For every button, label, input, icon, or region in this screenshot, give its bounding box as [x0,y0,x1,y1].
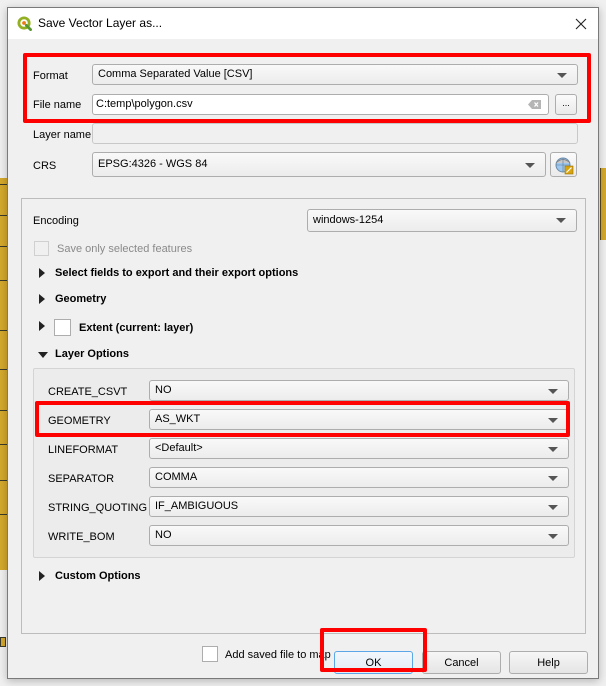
globe-crs-icon [555,157,573,174]
chevron-down-icon [548,389,558,394]
chevron-down-icon [548,534,558,539]
map-gridline [0,369,7,370]
map-gridline [0,444,7,445]
option-create-csvt-select[interactable]: NO [149,380,569,401]
title-bar: Save Vector Layer as... [8,8,598,39]
option-string-quoting-select[interactable]: IF_AMBIGUOUS [149,496,569,517]
option-label: SEPARATOR [48,473,115,485]
add-to-map-label: Add saved file to map [225,649,331,661]
background-map-strip-right [600,168,606,240]
filename-value: C:temp\polygon.csv [96,98,193,110]
expand-arrow-icon [39,571,45,581]
crs-value: EPSG:4326 - WGS 84 [98,158,208,170]
option-lineformat-select[interactable]: <Default> [149,438,569,459]
dialog-title: Save Vector Layer as... [38,16,163,30]
save-selected-label: Save only selected features [57,243,193,255]
chevron-down-icon [548,418,558,423]
chevron-down-icon [548,447,558,452]
map-gridline [0,480,7,481]
map-gridline [0,410,7,411]
layername-input[interactable] [92,123,578,144]
layername-label: Layer name [33,129,92,141]
close-icon [575,18,587,29]
encoding-value: windows-1254 [313,214,384,226]
select-crs-button[interactable] [550,152,577,177]
expand-arrow-icon [39,294,45,304]
map-gridline [0,184,7,185]
chevron-down-icon [557,73,567,78]
qgis-logo-icon [17,16,32,31]
section-select-fields-label: Select fields to export and their export… [55,267,299,279]
save-selected-checkbox[interactable] [34,241,49,256]
section-custom-options-label: Custom Options [55,570,141,582]
section-extent-label: Extent (current: layer) [79,322,194,334]
option-geometry-select[interactable]: AS_WKT [149,409,569,430]
option-label: WRITE_BOM [48,531,115,543]
collapse-arrow-icon [38,352,48,358]
option-separator-select[interactable]: COMMA [149,467,569,488]
map-gridline [0,215,7,216]
section-geometry-label: Geometry [55,293,107,305]
map-gridline [0,280,7,281]
option-label: STRING_QUOTING [48,502,148,514]
close-button[interactable] [564,8,598,39]
filename-input[interactable]: C:temp\polygon.csv [92,94,549,115]
crs-label: CRS [33,160,57,172]
crs-select[interactable]: EPSG:4326 - WGS 84 [92,152,546,177]
help-button[interactable]: Help [509,651,588,674]
option-label: LINEFORMAT [48,444,119,456]
expand-arrow-icon [39,268,45,278]
cancel-button[interactable]: Cancel [422,651,501,674]
save-vector-layer-dialog: Save Vector Layer as... Format Comma Sep… [7,7,599,679]
clear-text-icon[interactable] [528,100,541,109]
map-gridline [0,514,7,515]
map-gridline [0,330,7,331]
browse-button[interactable]: ... [555,94,577,115]
encoding-select[interactable]: windows-1254 [307,209,577,232]
option-write-bom-select[interactable]: NO [149,525,569,546]
filename-label: File name [33,99,82,111]
option-label: GEOMETRY [48,415,111,427]
map-gridline [0,246,7,247]
chevron-down-icon [525,163,535,168]
section-layer-options-label: Layer Options [55,348,129,360]
encoding-label: Encoding [33,215,79,227]
extent-checkbox[interactable] [54,319,71,336]
format-value: Comma Separated Value [CSV] [98,68,253,80]
background-map-chip [0,637,6,647]
chevron-down-icon [548,476,558,481]
option-label: CREATE_CSVT [48,386,128,398]
format-select[interactable]: Comma Separated Value [CSV] [92,64,578,85]
chevron-down-icon [548,505,558,510]
format-label: Format [33,70,68,82]
ok-button[interactable]: OK [334,651,413,674]
add-to-map-checkbox[interactable] [202,646,218,662]
expand-arrow-icon [39,321,45,331]
chevron-down-icon [556,218,566,223]
